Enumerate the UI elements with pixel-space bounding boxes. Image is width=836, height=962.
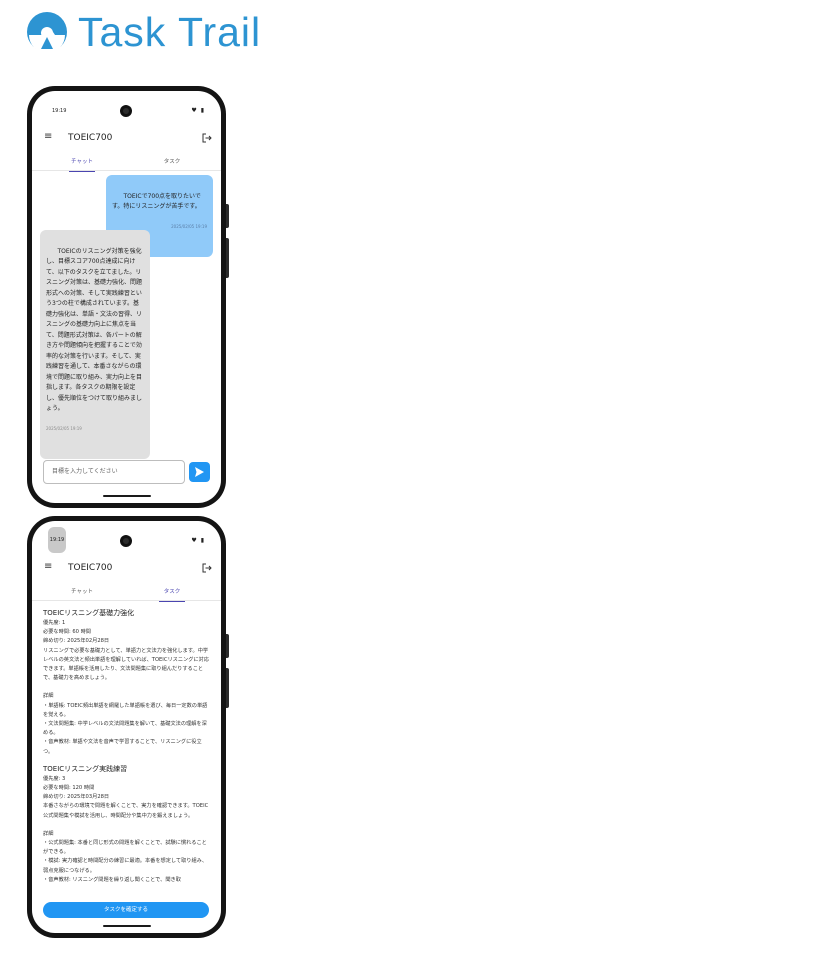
chat-screen: 19:19 ♥ ▮ ≡ TOEIC700 チャット タスク TOEICで700点… [32, 91, 221, 503]
goal-input-placeholder: 目標を入力してください [52, 468, 118, 475]
tab-bar: チャット タスク [32, 583, 221, 602]
app-bar: ≡ TOEIC700 [32, 127, 221, 151]
logo-icon [27, 12, 67, 53]
confirm-tasks-button[interactable]: タスクを確定する [43, 902, 209, 918]
brand-header: Task Trail [26, 10, 261, 54]
logout-icon[interactable] [202, 563, 212, 573]
brand-name: Task Trail [78, 9, 262, 55]
tab-chat[interactable]: チャット [52, 587, 112, 595]
home-indicator [103, 495, 151, 497]
task-detail-heading: 詳細 [43, 693, 54, 700]
message-text: TOEICのリスニング対策を強化し、目標スコア700点達成に向けて、以下のタスク… [46, 247, 143, 413]
tab-bar: チャット タスク [32, 153, 221, 172]
menu-icon[interactable]: ≡ [44, 131, 52, 142]
task-detail-heading: 詳細 [43, 830, 54, 837]
task-title: TOEICリスニング基礎力強化 [43, 609, 135, 617]
tab-chat-label: チャット [71, 589, 93, 595]
home-indicator [103, 925, 151, 927]
phone-frame-task: 19:19 ♥ ▮ ≡ TOEIC700 チャット タスク TOEICリスニング… [27, 516, 229, 938]
task-detail-item: ・音声教材: リスニング問題を繰り返し聞くことで、聞き取 [43, 876, 181, 883]
task-time: 必要な時間: 120 時間 [43, 785, 95, 792]
task-detail-item: ・模試: 実力確認と時間配分の練習に最適。本番を想定して取り組み、弱点克服につな… [43, 858, 208, 874]
status-time: 19:19 [48, 527, 66, 553]
camera-icon [120, 105, 132, 117]
tab-chat[interactable]: チャット [52, 157, 112, 172]
task-detail-item: ・単語帳: TOEIC頻出単語を網羅した単語帳を選び、毎日一定数の単語を覚える。 [43, 702, 208, 718]
app-bar: ≡ TOEIC700 [32, 557, 221, 581]
message-text: TOEICで700点を取りたいです。特にリスニングが苦手です。 [112, 192, 201, 211]
task-detail-item: ・音声教材: 単語や文法を音声で学習することで、リスニングに役立つ。 [43, 739, 202, 755]
task-priority: 優先度: 3 [43, 775, 66, 782]
status-icons: ♥ ▮ [191, 107, 205, 114]
task-deadline: 締め切り: 2025年02月28日 [43, 638, 110, 645]
tab-chat-label: チャット [71, 159, 93, 165]
task-list[interactable]: TOEICリスニング基礎力強化 優先度: 1 必要な時間: 60 時間 締め切り… [43, 607, 211, 897]
task-time: 必要な時間: 60 時間 [43, 629, 91, 636]
task-description: 本番さながらの環境で問題を解くことで、実力を確認できます。TOEIC公式問題集や… [43, 803, 209, 819]
status-time: 19:19 [52, 108, 67, 114]
task-detail-item: ・公式問題集: 本番と同じ形式の問題を解くことで、試験に慣れることができる。 [43, 840, 207, 856]
task-priority: 優先度: 1 [43, 620, 66, 626]
tab-task[interactable]: タスク [142, 157, 202, 165]
tab-task-label: タスク [163, 159, 181, 165]
task-deadline: 締め切り: 2025年03月28日 [43, 794, 110, 801]
menu-icon[interactable]: ≡ [44, 561, 52, 572]
message-timestamp: 2025/02/05 19:19 [46, 426, 82, 431]
status-icons: ♥ ▮ [191, 537, 205, 544]
page-title: TOEIC700 [68, 563, 113, 573]
assistant-message: TOEICのリスニング対策を強化し、目標スコア700点達成に向けて、以下のタスク… [40, 230, 150, 459]
task-description: リスニングで必要な基礎力として、単語力と文法力を強化します。中学レベルの英文法と… [43, 647, 209, 682]
send-button[interactable] [189, 462, 210, 482]
task-detail-item: ・文法問題集: 中学レベルの文法問題集を解いて、基礎文法の理解を深める。 [43, 721, 207, 737]
task-card: TOEICリスニング基礎力強化 優先度: 1 必要な時間: 60 時間 締め切り… [43, 607, 211, 757]
send-icon [195, 467, 204, 477]
task-card: TOEICリスニング実践練習 優先度: 3 必要な時間: 120 時間 締め切り… [43, 763, 211, 885]
camera-icon [120, 535, 132, 547]
goal-input[interactable]: 目標を入力してください [43, 460, 185, 484]
logout-icon[interactable] [202, 133, 212, 143]
tab-task-label: タスク [163, 589, 181, 595]
page-title: TOEIC700 [68, 133, 113, 143]
tab-task[interactable]: タスク [142, 587, 202, 602]
phone-frame-chat: 19:19 ♥ ▮ ≡ TOEIC700 チャット タスク TOEICで700点… [27, 86, 229, 508]
task-screen: 19:19 ♥ ▮ ≡ TOEIC700 チャット タスク TOEICリスニング… [32, 521, 221, 933]
task-title: TOEICリスニング実践練習 [43, 764, 128, 773]
